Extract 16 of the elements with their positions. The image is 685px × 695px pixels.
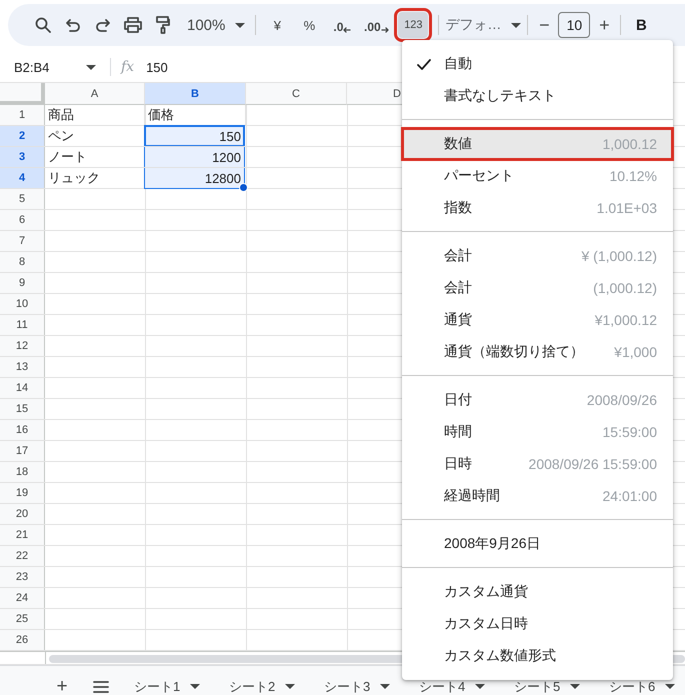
format-example: 1.01E+03 — [596, 200, 657, 216]
format-example: ¥ (1,000.12) — [582, 248, 657, 264]
format-example: 2008/09/26 — [586, 392, 657, 408]
format-example: (1,000.12) — [593, 280, 657, 296]
format-example: 1,000.12 — [602, 136, 657, 152]
format-example: 10.12% — [610, 168, 657, 184]
format-example: 2008/09/26 15:59:00 — [528, 456, 657, 472]
table-cell: 1200 — [144, 147, 245, 167]
table-cell: 商品 — [45, 105, 145, 125]
table-cell: 150 — [144, 125, 245, 146]
format-example: 15:59:00 — [602, 424, 657, 440]
format-example: ¥1,000 — [614, 344, 657, 360]
format-example: ¥1,000.12 — [594, 312, 657, 328]
fx-label: fx — [121, 59, 134, 75]
table-cell: 12800 — [144, 168, 245, 189]
format-example: 24:01:00 — [602, 488, 657, 504]
